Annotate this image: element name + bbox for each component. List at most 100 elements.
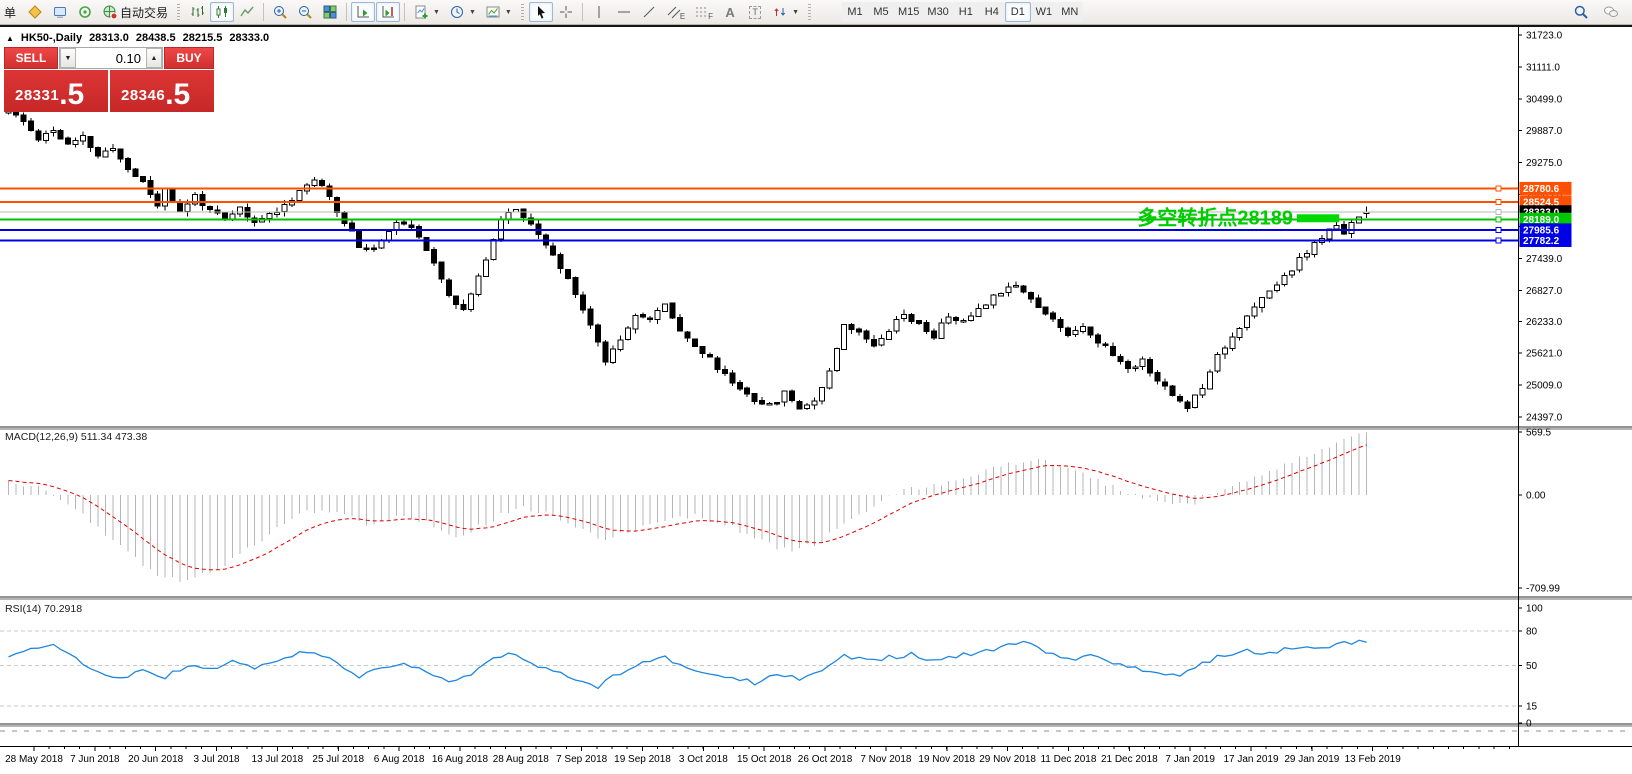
templates-button[interactable]: ▼ (481, 2, 516, 22)
signal-icon (79, 6, 91, 18)
timeframe-w1-button[interactable]: W1 (1030, 2, 1057, 22)
arrows-icon (774, 8, 786, 16)
svg-text:11 Dec 2018: 11 Dec 2018 (1040, 754, 1096, 765)
timeframe-mn-button[interactable]: MN (1056, 2, 1083, 22)
channel-tool-button[interactable]: E (662, 2, 689, 22)
vertical-line-icon (598, 6, 600, 18)
timeframe-m15-button[interactable]: M15 (894, 2, 924, 22)
fibonacci-tool-button[interactable]: F (690, 2, 717, 22)
periods-button[interactable]: ▼ (445, 2, 480, 22)
svg-text:13 Jul 2018: 13 Jul 2018 (252, 754, 304, 765)
chevron-down-icon: ▼ (504, 8, 512, 16)
volume-decrease-button[interactable]: ▼ (60, 48, 76, 68)
panel-collapse-arrow[interactable]: ▲ (6, 34, 14, 43)
metaeditor-button[interactable] (23, 2, 47, 22)
label-tool-button[interactable]: T (743, 2, 767, 22)
bar-chart-button[interactable] (185, 2, 209, 22)
toolbar-drag-handle[interactable] (177, 4, 181, 20)
timeframe-m30-button[interactable]: M30 (923, 2, 953, 22)
svg-text:21 Dec 2018: 21 Dec 2018 (1101, 754, 1158, 765)
rsi-label: RSI(14) 70.2918 (5, 603, 82, 615)
new-order-label: 单 (3, 5, 16, 20)
tile-windows-button[interactable] (318, 2, 342, 22)
cursor-icon (537, 6, 545, 19)
buy-price-frac: .5 (165, 78, 191, 111)
volume-increase-button[interactable]: ▲ (146, 48, 162, 68)
high-value: 28438.5 (135, 32, 176, 44)
timeframe-h1-button[interactable]: H1 (952, 2, 979, 22)
chat-button[interactable] (1599, 2, 1623, 22)
svg-text:7 Jun 2018: 7 Jun 2018 (70, 754, 120, 765)
toolbar-separator (263, 3, 265, 21)
terminal-button[interactable] (48, 2, 72, 22)
buy-price-box[interactable]: 28346 .5 (110, 70, 214, 112)
main-toolbar: 单 自动交易 ▼ ▼ ▼ E F A T ▼ M1 M5 M15 M30 H1 … (0, 0, 1632, 25)
zoom-in-button[interactable] (268, 2, 292, 22)
chat-icon (1604, 6, 1618, 17)
symbol-period-label: HK50-,Daily (20, 32, 83, 44)
svg-text:25621.0: 25621.0 (1526, 349, 1563, 360)
open-value: 28313.0 (89, 32, 129, 44)
sell-button[interactable]: SELL (4, 47, 58, 69)
autotrading-button[interactable]: 自动交易 (98, 2, 172, 22)
volume-control: ▼ ▲ (59, 47, 163, 69)
label-tool-icon: T (749, 5, 761, 19)
vertical-line-tool-button[interactable] (587, 2, 611, 22)
zoom-in-icon (274, 6, 287, 19)
arrows-tool-button[interactable]: ▼ (768, 2, 803, 22)
crosshair-icon (559, 6, 572, 18)
autotrading-label: 自动交易 (120, 5, 169, 20)
horizontal-line-tool-button[interactable] (612, 2, 636, 22)
cursor-tool-button[interactable] (528, 2, 553, 22)
line-chart-icon (240, 6, 254, 17)
level-anchor-marker (1495, 198, 1502, 205)
autoscroll-button[interactable] (351, 2, 376, 22)
candlestick-chart-button[interactable] (210, 2, 235, 22)
toolbar-separator (346, 3, 348, 21)
svg-text:28 Aug 2018: 28 Aug 2018 (493, 754, 550, 765)
zoom-out-button[interactable] (293, 2, 317, 22)
level-anchor-marker (1495, 185, 1502, 192)
volume-input[interactable] (76, 48, 146, 68)
line-chart-button[interactable] (235, 2, 259, 22)
signals-button[interactable] (73, 2, 97, 22)
svg-text:26 Oct 2018: 26 Oct 2018 (798, 754, 853, 765)
buy-button[interactable]: BUY (164, 47, 214, 69)
svg-text:27782.2: 27782.2 (1523, 236, 1560, 247)
new-order-button[interactable]: 单 (0, 2, 22, 22)
toolbar-drag-handle[interactable] (520, 4, 524, 20)
ohlc-bars-icon (191, 6, 205, 17)
search-icon (1574, 5, 1588, 19)
svg-text:80: 80 (1526, 627, 1538, 638)
timeframe-d1-button[interactable]: D1 (1004, 2, 1031, 22)
price-chart-canvas[interactable]: RSI(14) 70.2918 多空转折点28189 MACD(12,26,9) 5… (0, 27, 1632, 774)
terminal-icon (54, 7, 66, 18)
candles-icon (216, 6, 228, 18)
chart-shift-button[interactable] (376, 2, 401, 22)
svg-text:15 Oct 2018: 15 Oct 2018 (737, 754, 792, 765)
svg-text:100: 100 (1526, 604, 1543, 615)
sell-price-box[interactable]: 28331 .5 (4, 70, 108, 112)
svg-text:25009.0: 25009.0 (1526, 381, 1563, 392)
search-button[interactable] (1569, 2, 1593, 22)
svg-text:29275.0: 29275.0 (1526, 158, 1563, 169)
crosshair-tool-button[interactable] (554, 2, 578, 22)
trendline-tool-button[interactable] (637, 2, 661, 22)
svg-text:29 Nov 2018: 29 Nov 2018 (979, 754, 1036, 765)
timeframe-m1-button[interactable]: M1 (842, 2, 868, 22)
timeframe-m5-button[interactable]: M5 (868, 2, 894, 22)
low-value: 28215.5 (182, 32, 223, 44)
text-tool-button[interactable]: A (718, 2, 742, 22)
toolbar-separator (404, 3, 406, 21)
chart-bg (0, 27, 1632, 774)
svg-text:50: 50 (1526, 661, 1538, 672)
timeframe-h4-button[interactable]: H4 (978, 2, 1005, 22)
toolbar-drag-handle[interactable] (808, 4, 811, 20)
svg-text:25 Jul 2018: 25 Jul 2018 (312, 754, 364, 765)
add-indicator-button[interactable]: ▼ (409, 2, 444, 22)
chart-shift-icon (382, 6, 395, 18)
text-tool-icon: A (725, 4, 735, 20)
svg-text:26827.0: 26827.0 (1526, 286, 1563, 297)
chevron-down-icon: ▼ (792, 8, 799, 16)
svg-text:20 Jun 2018: 20 Jun 2018 (128, 754, 183, 765)
